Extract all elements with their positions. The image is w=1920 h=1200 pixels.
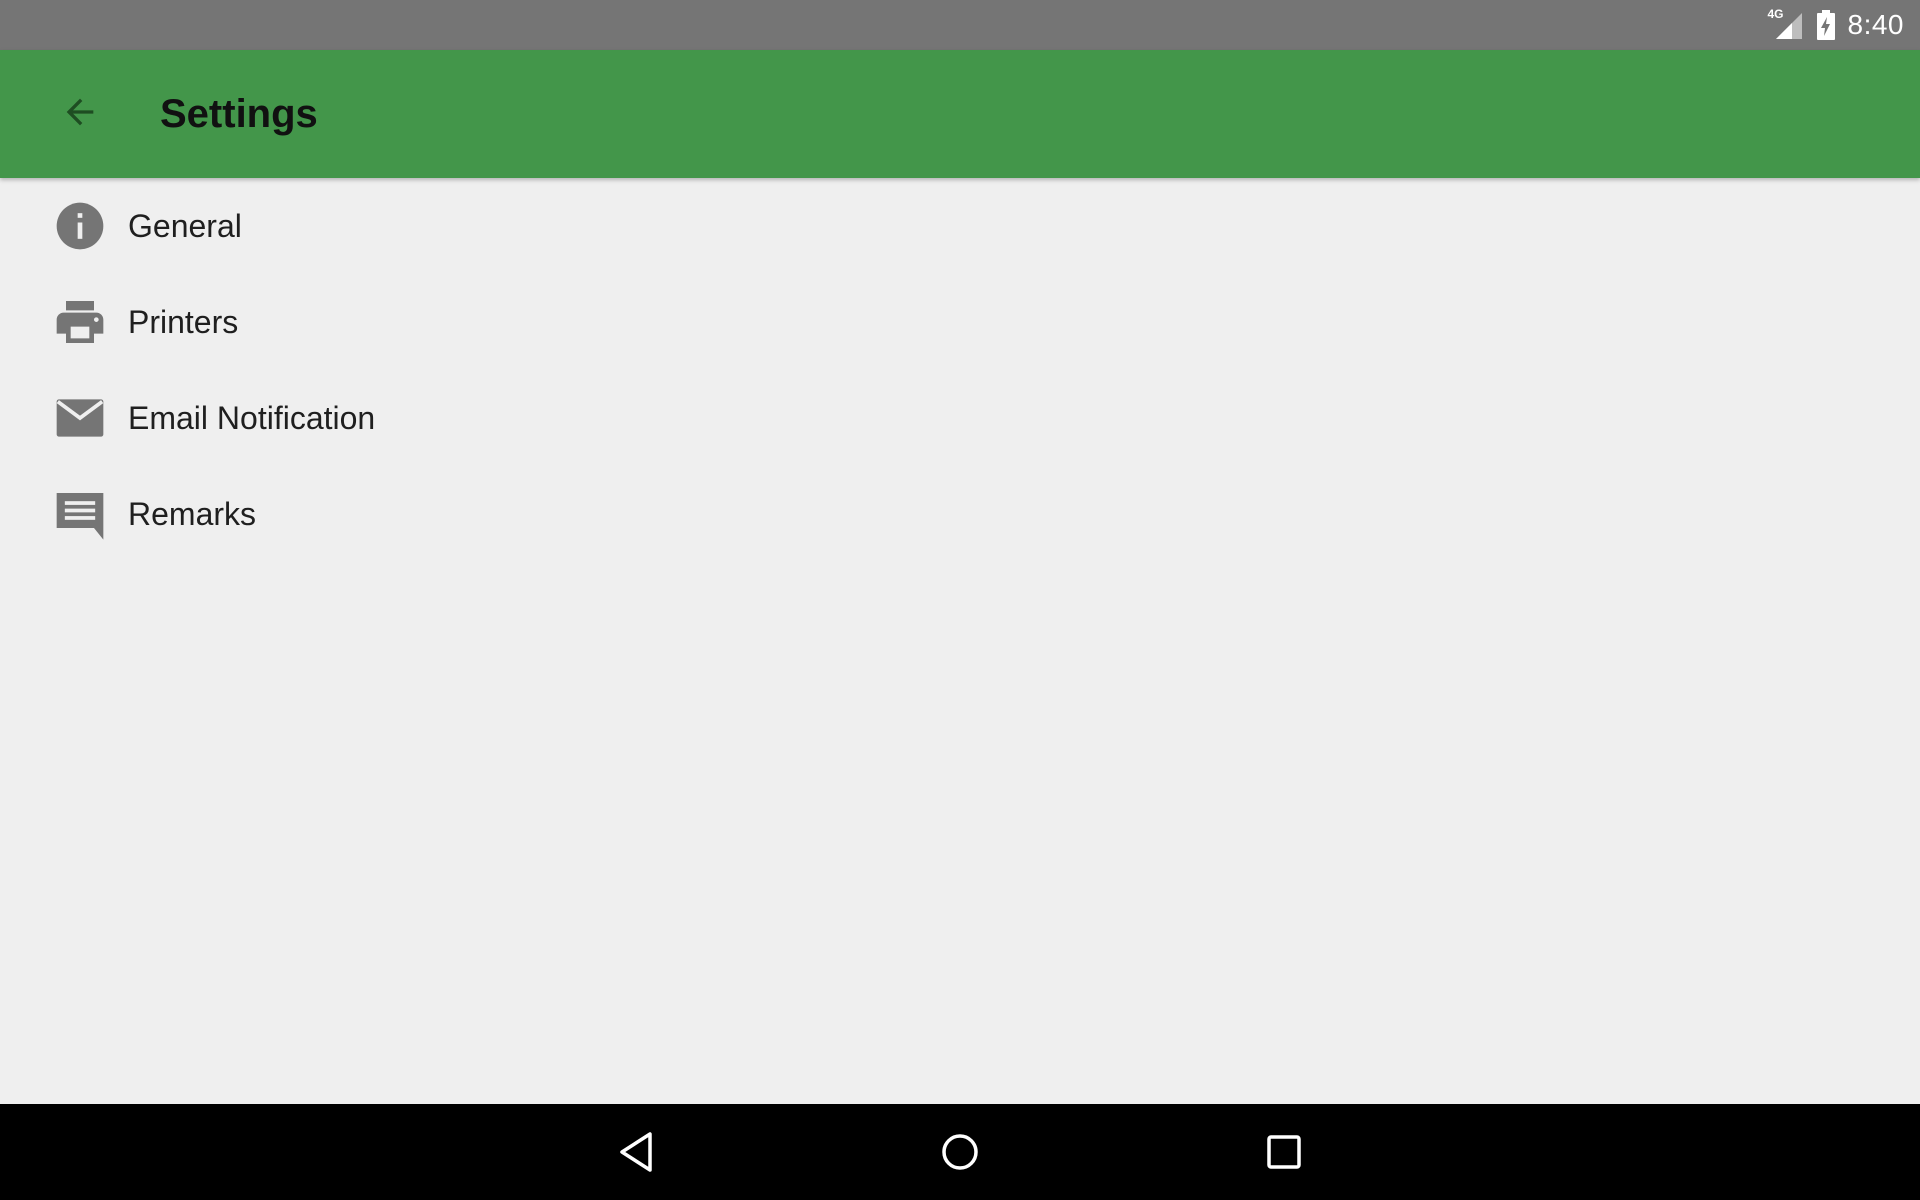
settings-item-label: Printers xyxy=(128,303,239,340)
status-icons: 4G 8:40 xyxy=(1768,0,1905,50)
comment-icon xyxy=(52,486,108,542)
home-circle-icon xyxy=(942,1134,978,1170)
nav-recents-button[interactable] xyxy=(1254,1122,1314,1182)
info-icon xyxy=(52,198,108,254)
recents-square-icon xyxy=(1267,1135,1301,1169)
nav-home-button[interactable] xyxy=(930,1122,990,1182)
arrow-back-icon xyxy=(66,98,94,126)
signal-indicator: 4G xyxy=(1768,7,1804,41)
navigation-bar xyxy=(0,1104,1920,1200)
settings-list: General Printers Email Notification Rema… xyxy=(0,178,1920,562)
app-bar: Settings xyxy=(0,50,1920,178)
mail-icon xyxy=(52,390,108,446)
settings-item-label: Email Notification xyxy=(128,399,376,436)
page-title: Settings xyxy=(160,92,318,136)
settings-item-remarks[interactable]: Remarks xyxy=(0,466,1920,562)
clock-time: 8:40 xyxy=(1847,9,1904,40)
settings-item-label: Remarks xyxy=(128,495,257,532)
battery-charging-icon xyxy=(1816,10,1835,40)
nav-back-button[interactable] xyxy=(606,1122,666,1182)
status-bar: 4G 8:40 xyxy=(0,0,1920,50)
settings-item-printers[interactable]: Printers xyxy=(0,274,1920,370)
back-triangle-icon xyxy=(620,1132,652,1172)
signal-icon xyxy=(1775,13,1802,39)
back-button[interactable] xyxy=(48,80,112,144)
settings-item-label: General xyxy=(128,207,242,244)
settings-item-general[interactable]: General xyxy=(0,178,1920,274)
settings-item-email-notification[interactable]: Email Notification xyxy=(0,370,1920,466)
printer-icon xyxy=(52,294,108,350)
